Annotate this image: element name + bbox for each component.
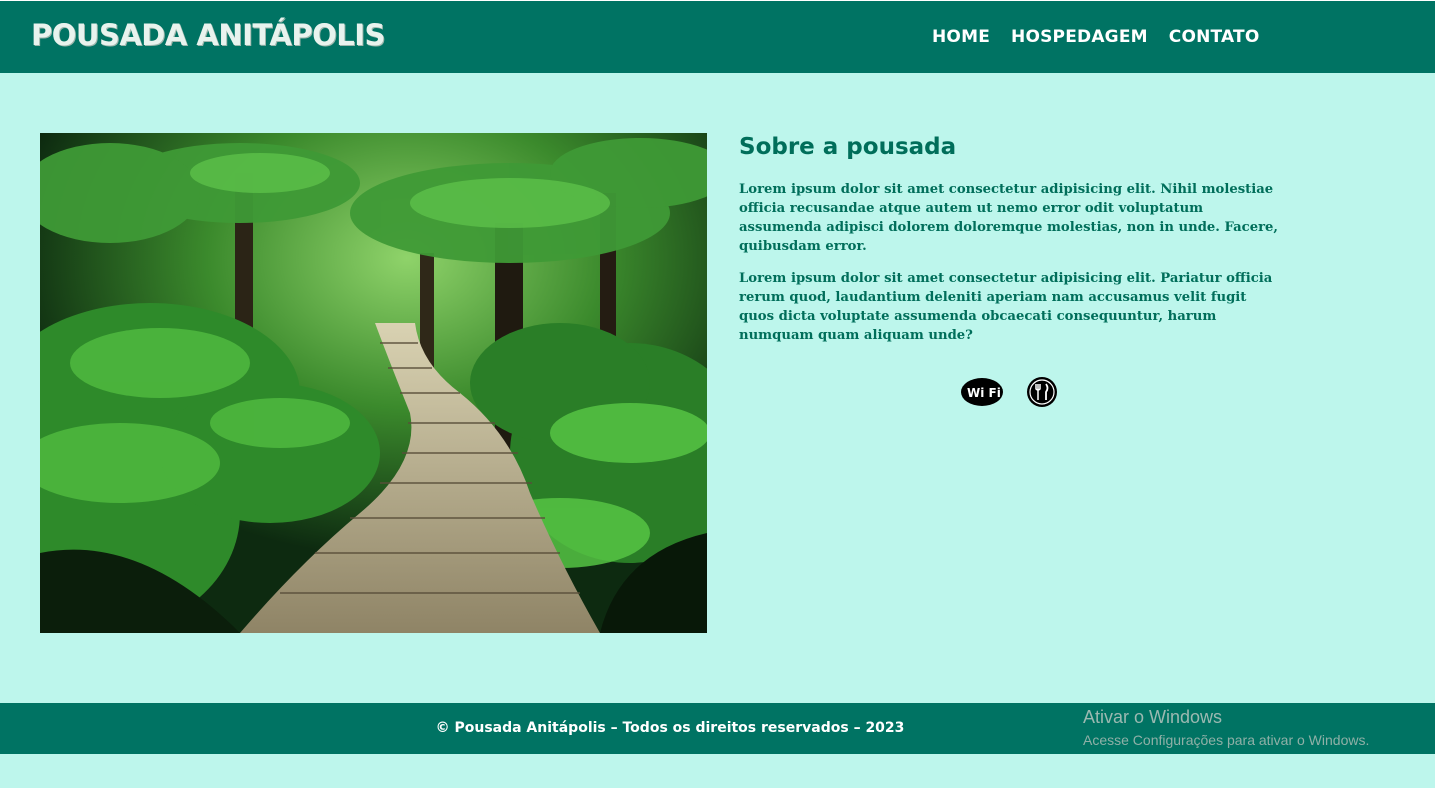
nav-home[interactable]: HOME — [932, 27, 990, 47]
amenities-icons: Wi Fi — [960, 376, 1058, 412]
about-title: Sobre a pousada — [739, 134, 957, 160]
forest-illustration — [40, 133, 707, 633]
restaurant-icon — [1026, 376, 1058, 412]
about-paragraph-2: Lorem ipsum dolor sit amet consectetur a… — [739, 271, 1273, 343]
site-logo[interactable]: POUSADA ANITÁPOLIS — [31, 18, 385, 52]
about-paragraph-1: Lorem ipsum dolor sit amet consectetur a… — [739, 182, 1279, 254]
nav-contato[interactable]: CONTATO — [1169, 27, 1260, 47]
wifi-icon: Wi Fi — [960, 377, 1006, 411]
windows-activation-title: Ativar o Windows — [1083, 707, 1223, 727]
svg-text:Wi Fi: Wi Fi — [967, 386, 1001, 400]
forest-path-image — [40, 133, 707, 633]
main-nav: HOME HOSPEDAGEM CONTATO — [932, 27, 1259, 47]
nav-hospedagem[interactable]: HOSPEDAGEM — [1011, 27, 1148, 47]
windows-activation-subtitle: Acesse Configurações para ativar o Windo… — [1083, 732, 1370, 748]
site-header: POUSADA ANITÁPOLIS HOME HOSPEDAGEM CONTA… — [0, 0, 1435, 73]
